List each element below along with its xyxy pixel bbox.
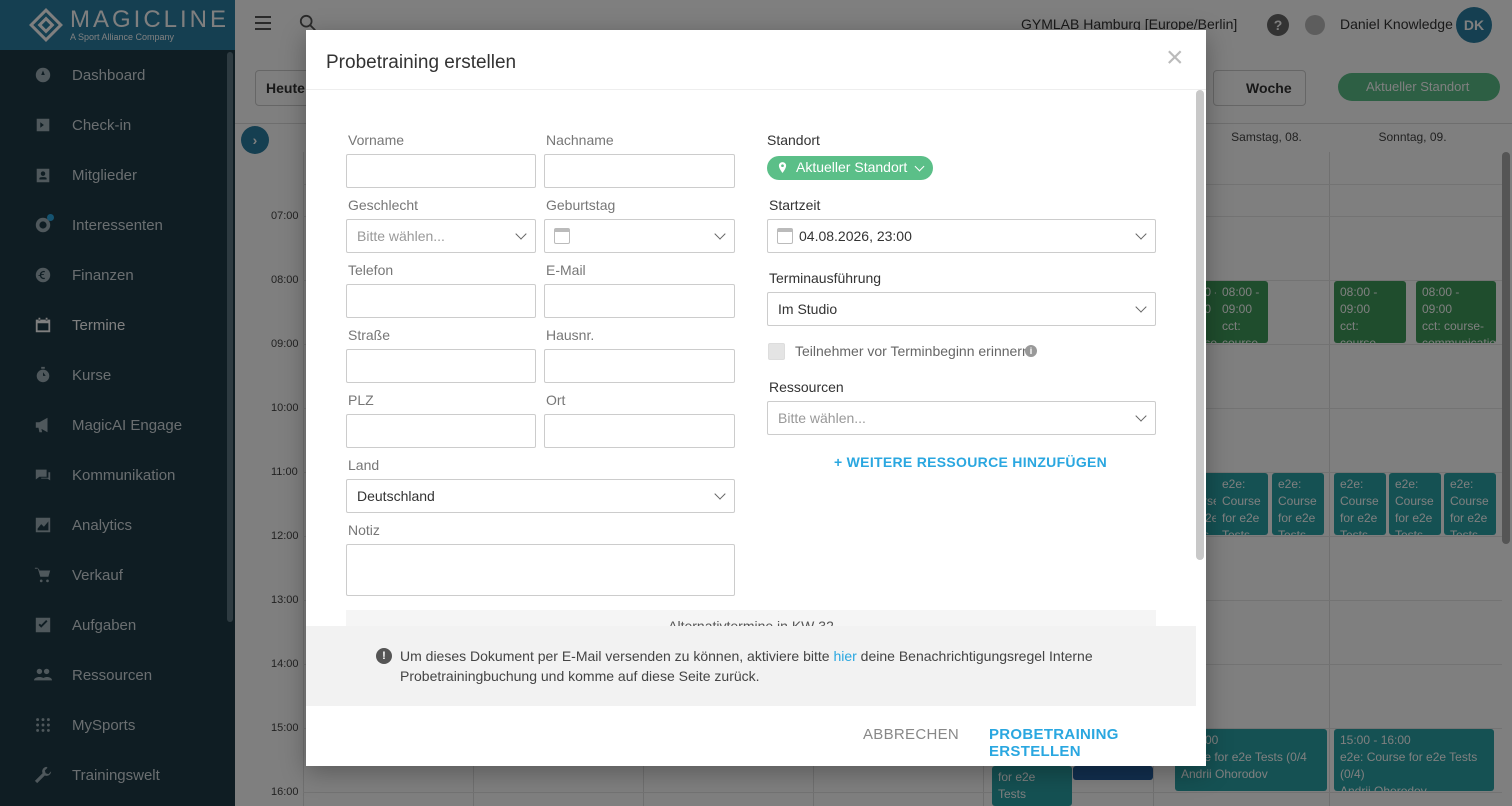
add-resource-button[interactable]: + WEITERE RESSOURCE HINZUFÜGEN: [834, 454, 1107, 470]
remind-checkbox[interactable]: [768, 343, 785, 360]
resources-label: Ressourcen: [769, 379, 844, 395]
dialog-header: Probetraining erstellen ×: [306, 30, 1206, 90]
notice-link[interactable]: hier: [833, 648, 856, 664]
zip-label: PLZ: [348, 392, 374, 408]
house-number-label: Hausnr.: [546, 327, 595, 343]
chevron-down-icon: [714, 488, 726, 500]
remind-label: Teilnehmer vor Terminbeginn erinnern: [795, 343, 1030, 359]
gender-select[interactable]: Bitte wählen...: [346, 219, 536, 253]
chevron-down-icon: [714, 228, 726, 240]
dialog-footer: ABBRECHEN PROBETRAINING ERSTELLEN: [306, 706, 1206, 766]
chevron-down-icon: [1135, 228, 1147, 240]
notice-text-start: Um dieses Dokument per E-Mail versenden …: [400, 648, 834, 664]
dialog-scrollbar[interactable]: [1196, 90, 1204, 560]
map-pin-icon: [778, 162, 787, 173]
email-field[interactable]: [544, 284, 735, 318]
info-icon[interactable]: i: [1025, 345, 1037, 357]
alternative-dates-section: Alternativtermine in KW 32: [346, 610, 1156, 626]
note-label: Notiz: [348, 522, 380, 538]
chevron-down-icon: [914, 161, 925, 172]
cancel-button[interactable]: ABBRECHEN: [863, 726, 959, 743]
birthday-input[interactable]: [544, 219, 735, 253]
zip-input[interactable]: [346, 414, 536, 448]
chevron-down-icon: [515, 228, 527, 240]
phone-label: Telefon: [348, 262, 394, 278]
close-icon[interactable]: ×: [1166, 43, 1186, 73]
exclamation-icon: !: [376, 648, 392, 664]
first-name-label: Vorname: [348, 132, 405, 148]
execution-label: Terminausführung: [769, 270, 882, 286]
create-trial-dialog: Probetraining erstellen × Vorname Nachna…: [306, 30, 1206, 766]
gender-label: Geschlecht: [348, 197, 419, 213]
chevron-down-icon: [1135, 410, 1147, 422]
calendar-icon: [554, 228, 570, 244]
dialog-title: Probetraining erstellen: [326, 52, 517, 73]
phone-input[interactable]: [346, 284, 536, 318]
street-label: Straße: [348, 327, 391, 343]
resources-placeholder: Bitte wählen...: [778, 410, 866, 426]
city-label: Ort: [546, 392, 566, 408]
resources-select[interactable]: Bitte wählen...: [767, 401, 1156, 435]
alternative-dates-title: Alternativtermine in KW 32: [668, 618, 834, 626]
calendar-icon: [777, 228, 793, 244]
location-label: Standort: [767, 132, 820, 148]
start-time-input[interactable]: 04.08.2026, 23:00: [767, 219, 1156, 253]
dialog-body: Vorname Nachname Geschlecht Bitte wählen…: [306, 90, 1196, 626]
country-value: Deutschland: [357, 488, 435, 504]
notice-text: Um dieses Dokument per E-Mail versenden …: [400, 646, 1100, 686]
start-time-label: Startzeit: [769, 197, 821, 213]
location-value: Aktueller Standort: [796, 159, 908, 175]
first-name-input[interactable]: [346, 154, 536, 188]
house-number-input[interactable]: [544, 349, 735, 383]
chevron-down-icon: [1135, 301, 1147, 313]
execution-value: Im Studio: [778, 301, 838, 317]
email-notice: ! Um dieses Dokument per E-Mail versende…: [306, 626, 1196, 706]
last-name-label: Nachname: [546, 132, 614, 148]
country-select[interactable]: Deutschland: [346, 479, 735, 513]
note-textarea[interactable]: [346, 544, 735, 596]
gender-placeholder: Bitte wählen...: [357, 228, 445, 244]
email-label: E-Mail: [546, 262, 586, 278]
street-input[interactable]: [346, 349, 536, 383]
location-selector[interactable]: Aktueller Standort: [767, 156, 934, 180]
execution-select[interactable]: Im Studio: [767, 292, 1156, 326]
create-trial-button[interactable]: PROBETRAINING ERSTELLEN: [989, 726, 1206, 760]
country-label: Land: [348, 457, 380, 473]
start-time-value: 04.08.2026, 23:00: [799, 228, 912, 244]
city-input[interactable]: [544, 414, 735, 448]
last-name-input[interactable]: [544, 154, 735, 188]
birthday-label: Geburtstag: [546, 197, 616, 213]
